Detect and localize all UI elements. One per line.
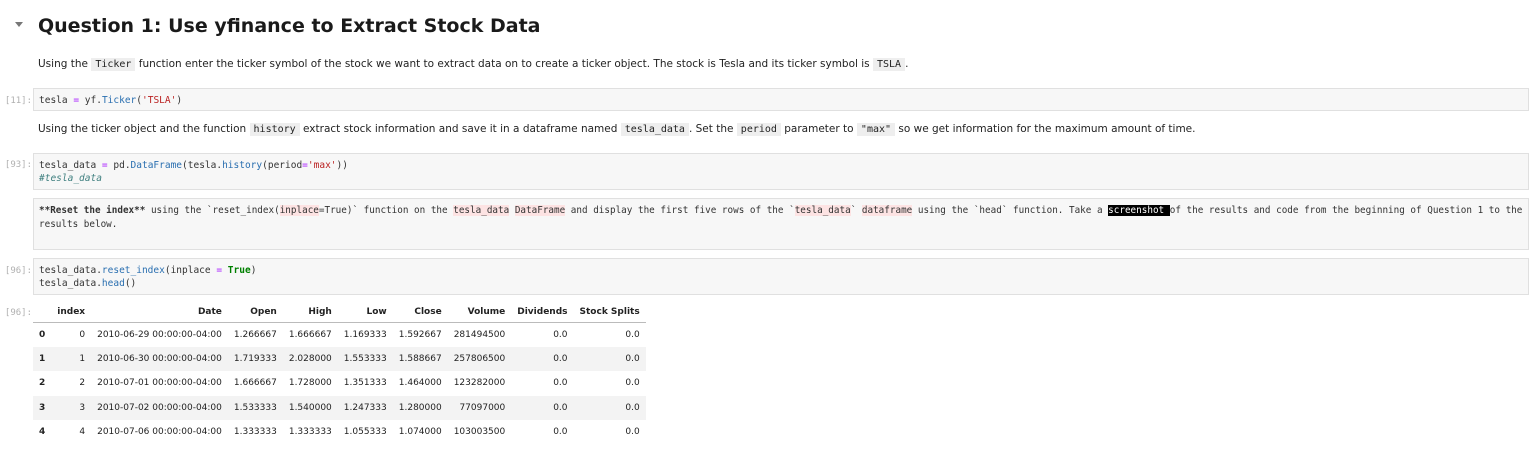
table-cell: 77097000 [447, 395, 512, 420]
table-cell: 0.0 [573, 395, 646, 420]
table-cell: 4 [39, 427, 46, 438]
table-cell: 123282000 [453, 378, 506, 389]
table-cell: 1.533333 [227, 395, 283, 420]
inline-code: Ticker [91, 58, 136, 71]
section-heading: Question 1: Use yfinance to Extract Stoc… [38, 15, 541, 37]
table-cell: 1.351333 [343, 378, 387, 389]
cell-prompt: [11]: [4, 96, 32, 106]
code-cell-reset-index[interactable]: tesla_data.reset_index(inplace = True) t… [33, 258, 1529, 295]
table-cell: 1.169333 [343, 329, 387, 340]
table-cell: 1.074000 [398, 427, 442, 438]
table-cell: 0.0 [553, 427, 568, 438]
table-cell: 1.266667 [233, 329, 277, 340]
table-row: 3 3 2010-07-02 00:00:00-04:00 1.533333 1… [33, 395, 646, 420]
table-cell: 1.666667 [233, 378, 277, 389]
table-cell: 1.333333 [233, 427, 277, 438]
table-cell: 2.028000 [282, 346, 338, 371]
table-row: 4 4 2010-07-06 00:00:00-04:00 1.333333 1… [33, 420, 646, 445]
table-row: 2 2 2010-07-01 00:00:00-04:00 1.666667 1… [33, 371, 646, 396]
table-cell: 0 [39, 329, 46, 340]
table-cell: 3 [51, 395, 92, 420]
column-header: index [51, 303, 92, 323]
table-cell: 0.0 [625, 329, 640, 340]
table-cell: 0.0 [511, 346, 574, 371]
table-cell: 3 [33, 395, 52, 420]
table-cell: 1.280000 [392, 395, 448, 420]
column-header: Stock Splits [573, 303, 646, 323]
table-cell: 1.592667 [398, 329, 442, 340]
table-cell: 2010-07-02 00:00:00-04:00 [91, 395, 228, 420]
table-cell: 1.728000 [288, 378, 332, 389]
column-header: Low [337, 303, 393, 323]
table-cell: 1.540000 [282, 395, 338, 420]
table-cell: 1 [51, 346, 92, 371]
column-header: Dividends [511, 303, 574, 323]
inline-code: "max" [856, 123, 896, 136]
markdown-edit-cell[interactable]: **Reset the index** using the `reset_ind… [33, 198, 1529, 250]
table-cell: 0.0 [553, 378, 568, 389]
markdown-text-2: Using the ticker object and the function… [38, 123, 1196, 136]
inline-code: TSLA [873, 58, 906, 71]
output-prompt: [96]: [4, 308, 32, 318]
table-cell: 2010-06-29 00:00:00-04:00 [97, 329, 222, 340]
table-cell: 1.055333 [343, 427, 387, 438]
column-header: Volume [447, 303, 512, 323]
table-cell: 2 [79, 378, 86, 389]
table-cell: 2010-06-30 00:00:00-04:00 [91, 346, 228, 371]
table-cell: 0 [79, 329, 86, 340]
table-cell: 103003500 [453, 427, 506, 438]
table-cell: 0.0 [553, 329, 568, 340]
table-cell: 4 [79, 427, 86, 438]
markdown-text-1: Using the Ticker function enter the tick… [38, 58, 909, 71]
table-cell: 1.719333 [227, 346, 283, 371]
column-header: Close [392, 303, 448, 323]
table-cell: 1.588667 [392, 346, 448, 371]
cell-prompt: [96]: [4, 266, 32, 276]
table-cell: 1.666667 [288, 329, 332, 340]
chevron-down-icon[interactable] [15, 22, 23, 27]
table-row: 1 1 2010-06-30 00:00:00-04:00 1.719333 2… [33, 346, 646, 371]
inline-code: tesla_data [620, 123, 689, 136]
column-header: Open [227, 303, 283, 323]
column-header [33, 303, 52, 323]
table-cell: 281494500 [453, 329, 506, 340]
table-cell: 1.464000 [398, 378, 442, 389]
table-cell: 1.247333 [337, 395, 393, 420]
table-header-row: index Date Open High Low Close Volume Di… [33, 303, 646, 323]
table-row: 0 0 2010-06-29 00:00:00-04:00 1.266667 1… [33, 322, 646, 347]
table-cell: 0.0 [511, 395, 574, 420]
table-cell: 1.333333 [288, 427, 332, 438]
column-header: Date [91, 303, 228, 323]
table-cell: 2010-07-06 00:00:00-04:00 [97, 427, 222, 438]
cell-prompt: [93]: [4, 160, 32, 170]
column-header: High [282, 303, 338, 323]
table-cell: 2010-07-01 00:00:00-04:00 [97, 378, 222, 389]
inline-code: history [249, 123, 300, 136]
table-cell: 0.0 [625, 427, 640, 438]
table-cell: 0.0 [573, 346, 646, 371]
code-cell-ticker[interactable]: tesla = yf.Ticker('TSLA') [33, 88, 1529, 111]
table-cell: 1.553333 [337, 346, 393, 371]
table-cell: 257806500 [447, 346, 512, 371]
table-cell: 0.0 [625, 378, 640, 389]
table-cell: 1 [33, 346, 52, 371]
code-cell-history[interactable]: tesla_data = pd.DataFrame(tesla.history(… [33, 153, 1529, 190]
table-cell: 2 [39, 378, 46, 389]
inline-code: period [736, 123, 781, 136]
dataframe-output: index Date Open High Low Close Volume Di… [33, 303, 646, 445]
